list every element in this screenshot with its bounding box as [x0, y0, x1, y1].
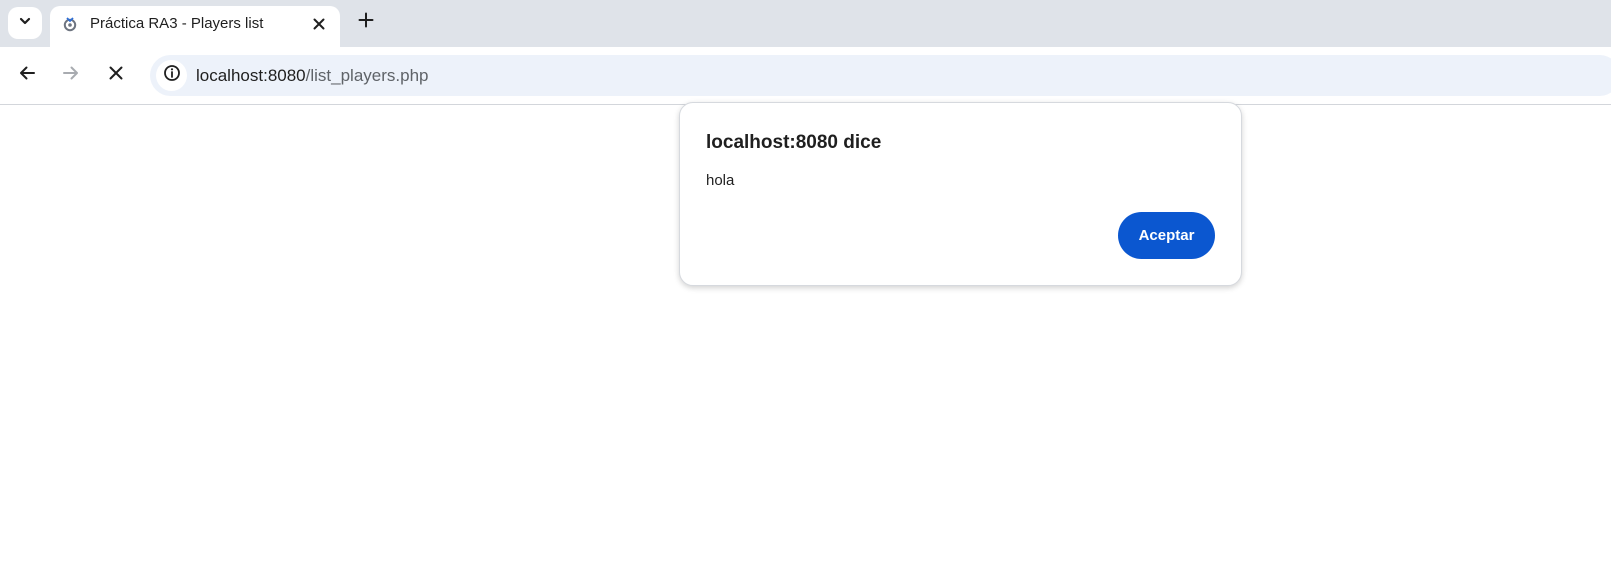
tab-active[interactable]: Práctica RA3 - Players list [50, 6, 340, 47]
favicon-icon [62, 16, 78, 32]
chevron-down-icon [18, 14, 32, 33]
info-icon [163, 64, 181, 87]
tab-search-button[interactable] [8, 7, 42, 39]
tab-title: Práctica RA3 - Players list [90, 15, 264, 32]
tab-strip: Práctica RA3 - Players list [0, 0, 1611, 47]
plus-icon [358, 12, 374, 33]
browser-toolbar: localhost:8080/list_players.php [0, 47, 1611, 105]
address-bar[interactable]: localhost:8080/list_players.php [150, 55, 1611, 96]
arrow-left-icon [18, 64, 36, 87]
forward-button[interactable] [59, 63, 83, 87]
url-text[interactable]: localhost:8080/list_players.php [196, 66, 428, 86]
arrow-right-icon [62, 64, 80, 87]
stop-icon [108, 65, 124, 86]
close-icon[interactable] [310, 15, 328, 33]
accept-button[interactable]: Aceptar [1118, 212, 1215, 259]
new-tab-button[interactable] [354, 10, 378, 34]
stop-button[interactable] [104, 63, 128, 87]
dialog-title: localhost:8080 dice [706, 132, 882, 153]
alert-dialog: localhost:8080 dice hola Aceptar [679, 102, 1242, 286]
url-path: /list_players.php [305, 66, 429, 85]
url-host: localhost:8080 [196, 66, 306, 85]
dialog-message: hola [706, 172, 735, 189]
back-button[interactable] [15, 63, 39, 87]
site-info-button[interactable] [156, 60, 187, 91]
